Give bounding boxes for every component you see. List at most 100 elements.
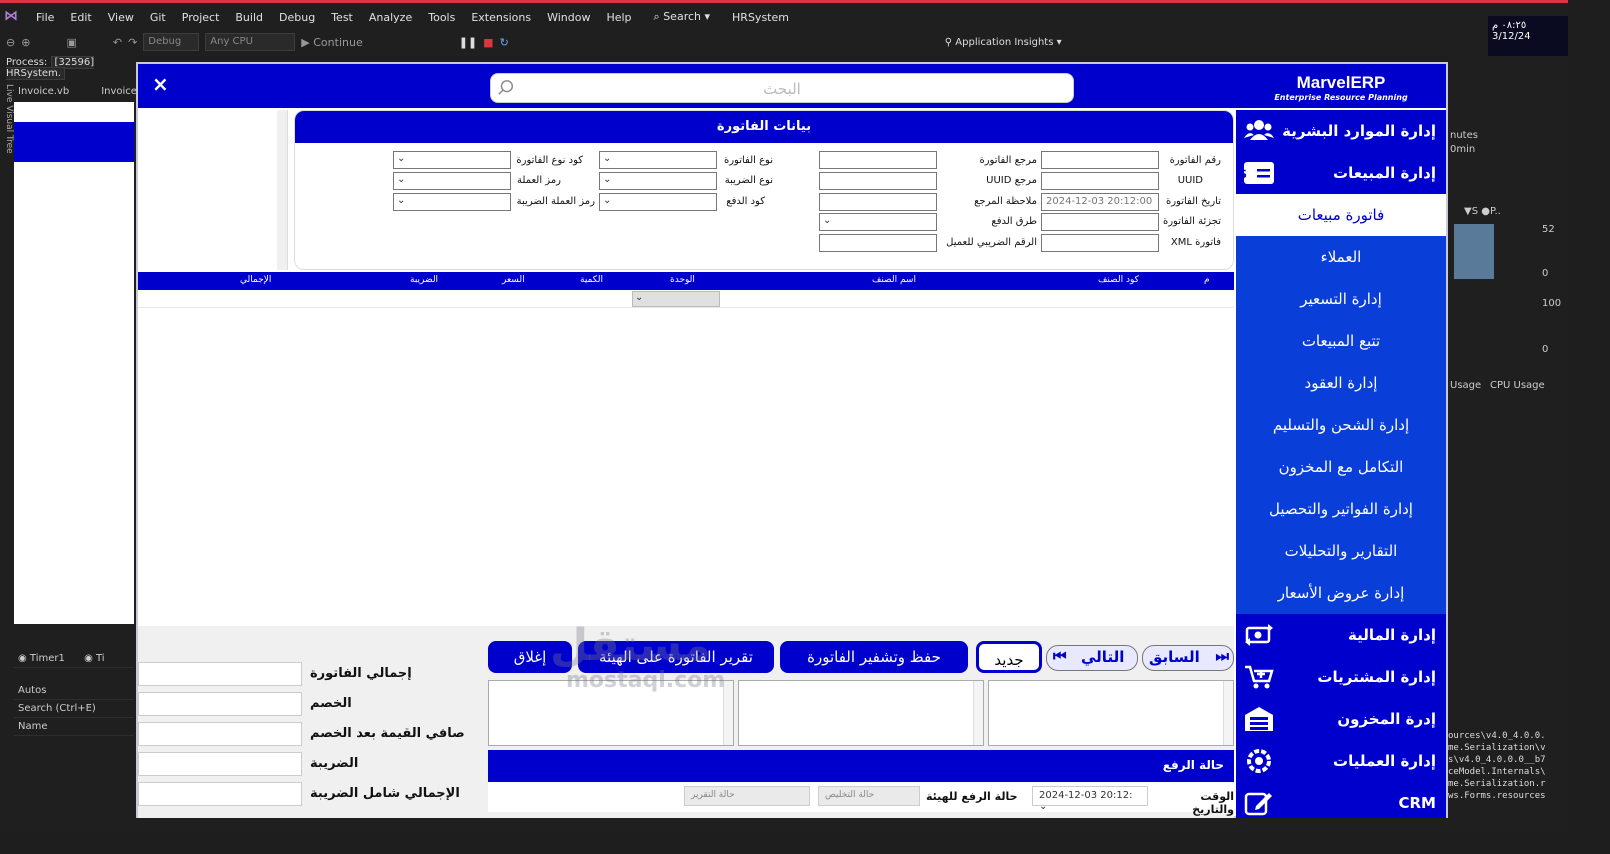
- sidebar-item-purchases[interactable]: إدارة المشتريات: [1236, 656, 1446, 698]
- menu-debug[interactable]: Debug: [271, 11, 323, 24]
- col-price[interactable]: السعر: [502, 275, 525, 285]
- table-row[interactable]: ⌄: [138, 290, 1234, 308]
- notes-textarea-2[interactable]: [738, 680, 984, 746]
- invoice-xml-field[interactable]: [1041, 234, 1159, 252]
- platform-dropdown[interactable]: Any CPU: [205, 33, 296, 51]
- save-all-icon[interactable]: ▣: [66, 36, 76, 49]
- side-panel-scrollbar[interactable]: [277, 110, 287, 270]
- forward-icon[interactable]: ⊕: [21, 36, 30, 49]
- col-tax[interactable]: الضريبة: [410, 275, 438, 285]
- net-after-discount-field[interactable]: [138, 722, 302, 746]
- continue-button[interactable]: ▶ Continue: [301, 36, 362, 49]
- datetime-picker[interactable]: 2024-12-03 20:12: ⌄: [1032, 786, 1148, 812]
- ide-search-button[interactable]: ⌕ Search ▾: [654, 10, 711, 24]
- sidebar-item-billing[interactable]: إدارة الفواتير والتحصيل: [1236, 488, 1446, 530]
- sidebar-item-inventory[interactable]: إدرة المخزون: [1236, 698, 1446, 740]
- save-encrypt-button[interactable]: حفظ وتشفير الفاتورة: [780, 641, 968, 673]
- invoice-type-select[interactable]: ⌄: [599, 151, 717, 169]
- reference-uuid-field[interactable]: [819, 172, 937, 190]
- sidebar-item-sales-invoice[interactable]: فاتورة مبيعات: [1236, 194, 1446, 236]
- tab-invoice[interactable]: Invoice: [101, 86, 137, 100]
- invoice-date-picker[interactable]: 2024-12-03 20:12:00: [1041, 193, 1159, 211]
- sidebar-item-sales[interactable]: إدارة المبيعات $: [1236, 152, 1446, 194]
- invoice-number-field[interactable]: [1041, 151, 1159, 169]
- menu-file[interactable]: File: [28, 11, 62, 24]
- sidebar-item-hr[interactable]: إدارة الموارد البشرية: [1236, 110, 1446, 152]
- menu-extensions[interactable]: Extensions: [463, 11, 539, 24]
- col-unit[interactable]: الوحدة: [670, 275, 695, 285]
- redo-icon[interactable]: ↷: [128, 36, 137, 49]
- tab-memory-usage[interactable]: Usage: [1450, 380, 1481, 391]
- sidebar-item-crm[interactable]: CRM: [1236, 782, 1446, 824]
- report-status-field[interactable]: حالة التقرير: [684, 786, 810, 806]
- sidebar-item-inventory-integration[interactable]: التكامل مع المخزون: [1236, 446, 1446, 488]
- menu-build[interactable]: Build: [227, 11, 271, 24]
- customer-tax-number-field[interactable]: [819, 234, 937, 252]
- config-dropdown[interactable]: Debug: [143, 33, 200, 51]
- new-button[interactable]: جديد: [976, 641, 1042, 673]
- col-item-code[interactable]: كود الصنف: [1098, 275, 1139, 285]
- clearance-status-field[interactable]: حالة التخليص: [818, 786, 920, 806]
- tax-currency-code-select[interactable]: ⌄: [393, 193, 511, 211]
- pause-icon[interactable]: ❚❚: [459, 36, 477, 49]
- money-exchange-icon: [1245, 624, 1273, 646]
- timer2-component[interactable]: Ti: [96, 653, 105, 664]
- sidebar-item-operations[interactable]: إدارة العمليات: [1236, 740, 1446, 782]
- menu-project[interactable]: Project: [174, 11, 228, 24]
- autos-search-input[interactable]: Search (Ctrl+E): [14, 700, 134, 718]
- autos-title[interactable]: Autos: [14, 682, 134, 700]
- reference-note-field[interactable]: [819, 193, 937, 211]
- sidebar-item-finance[interactable]: إدارة المالية: [1236, 614, 1446, 656]
- stop-icon[interactable]: ■: [483, 36, 493, 49]
- tax-type-select[interactable]: ⌄: [599, 172, 717, 190]
- watermark-url: mostaql.com: [566, 668, 726, 693]
- sidebar-item-sales-tracking[interactable]: تتبع المبيعات: [1236, 320, 1446, 362]
- col-quantity[interactable]: الكمية: [580, 275, 603, 285]
- payment-methods-select[interactable]: ⌄: [819, 213, 937, 231]
- sidebar-item-quotes[interactable]: إدارة عروض الأسعار: [1236, 572, 1446, 614]
- discount-field[interactable]: [138, 692, 302, 716]
- restart-icon[interactable]: ↻: [500, 36, 509, 49]
- tab-invoice-vb[interactable]: Invoice.vb: [18, 86, 69, 100]
- total-with-tax-field[interactable]: [138, 782, 302, 806]
- col-item-name[interactable]: اسم الصنف: [872, 275, 916, 285]
- menu-git[interactable]: Git: [142, 11, 174, 24]
- sidebar-item-customers[interactable]: العملاء: [1236, 236, 1446, 278]
- menu-view[interactable]: View: [100, 11, 142, 24]
- payment-code-select[interactable]: ⌄: [599, 193, 717, 211]
- sidebar-item-pricing[interactable]: إدارة التسعير: [1236, 278, 1446, 320]
- live-visual-tree-tab[interactable]: Live Visual Tree: [0, 84, 14, 824]
- invoice-reference-field[interactable]: [819, 151, 937, 169]
- sidebar-item-shipping[interactable]: إدارة الشحن والتسليم: [1236, 404, 1446, 446]
- textarea-scrollbar[interactable]: [1223, 681, 1233, 745]
- previous-button[interactable]: السابق ⏭: [1142, 645, 1234, 671]
- application-insights-button[interactable]: ⚲ Application Insights ▾: [945, 37, 1062, 48]
- invoice-total-field[interactable]: [138, 662, 302, 686]
- back-icon[interactable]: ⊖: [6, 36, 15, 49]
- uuid-field[interactable]: [1041, 172, 1159, 190]
- invoice-type-code-select[interactable]: ⌄: [393, 151, 511, 169]
- system-tray: ٠٨:٢٥ م 3/12/24: [1488, 16, 1568, 56]
- undo-icon[interactable]: ↶: [113, 36, 122, 49]
- notes-textarea-3[interactable]: [988, 680, 1234, 746]
- invoice-hash-field[interactable]: [1041, 213, 1159, 231]
- menu-edit[interactable]: Edit: [62, 11, 99, 24]
- menu-help[interactable]: Help: [598, 11, 639, 24]
- tax-field[interactable]: [138, 752, 302, 776]
- menu-test[interactable]: Test: [323, 11, 361, 24]
- timer1-component[interactable]: Timer1: [30, 653, 65, 664]
- menu-analyze[interactable]: Analyze: [361, 11, 420, 24]
- sidebar-item-contracts[interactable]: إدارة العقود: [1236, 362, 1446, 404]
- sidebar-item-reports[interactable]: التقارير والتحليلات: [1236, 530, 1446, 572]
- close-icon[interactable]: ×: [152, 72, 169, 96]
- menu-window[interactable]: Window: [539, 11, 598, 24]
- col-m[interactable]: م: [1204, 275, 1210, 285]
- next-button[interactable]: ⏮ التالي: [1046, 645, 1138, 671]
- currency-code-select[interactable]: ⌄: [393, 172, 511, 190]
- erp-search-input[interactable]: البحث: [490, 73, 1074, 103]
- tab-cpu-usage[interactable]: CPU Usage: [1490, 380, 1545, 391]
- textarea-scrollbar[interactable]: [973, 681, 983, 745]
- col-total[interactable]: الإجمالي: [240, 275, 271, 285]
- menu-tools[interactable]: Tools: [420, 11, 463, 24]
- unit-cell-select[interactable]: ⌄: [632, 291, 720, 307]
